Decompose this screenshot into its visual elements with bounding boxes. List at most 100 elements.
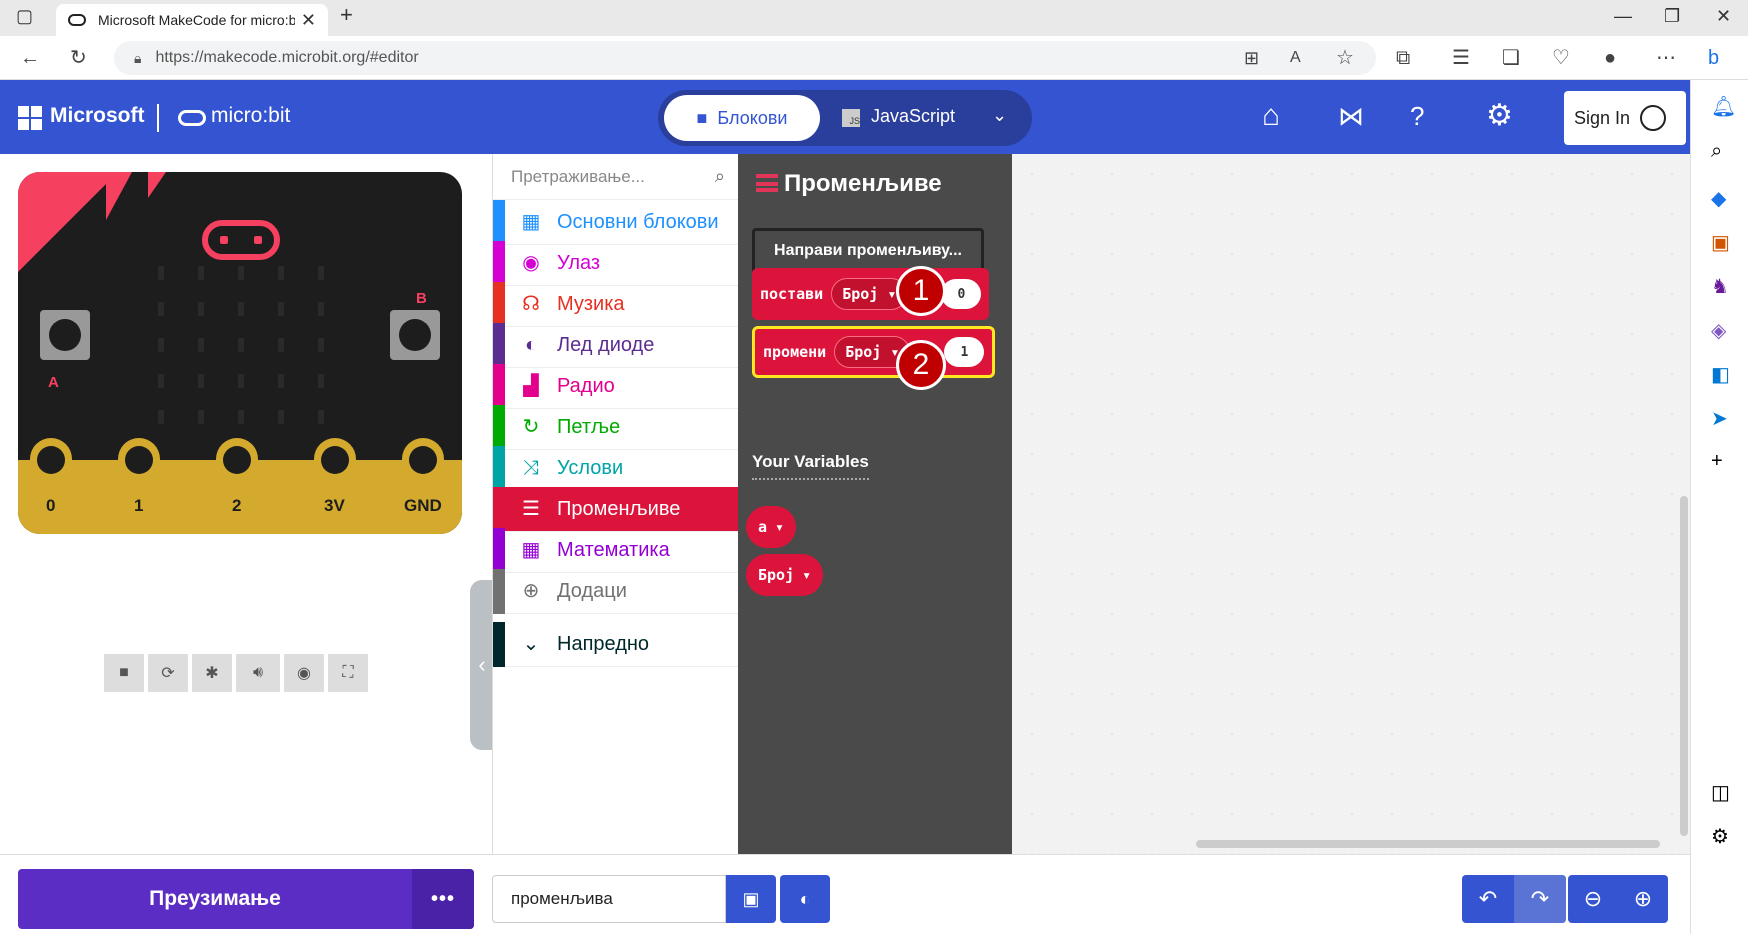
share-icon[interactable]: ⋈ — [1338, 100, 1364, 132]
close-window-icon[interactable]: ✕ — [1716, 6, 1731, 27]
tools-briefcase-icon[interactable]: ▣ — [1711, 230, 1730, 255]
pin-gnd[interactable] — [402, 438, 444, 492]
fullscreen-icon[interactable]: ⛶ — [328, 654, 368, 692]
home-icon[interactable]: ⌂ — [1262, 100, 1280, 132]
javascript-mode-label: JavaScript — [871, 106, 956, 126]
sidebar-settings-icon[interactable]: ⚙ — [1711, 824, 1729, 849]
shopping-tag-icon[interactable]: ◆ — [1711, 186, 1726, 211]
zoom-in-icon[interactable]: ⊕ — [1618, 875, 1668, 923]
microbit-logo-icon[interactable] — [178, 110, 206, 126]
value-input[interactable]: 1 — [944, 337, 985, 367]
download-more-button[interactable]: ••• — [412, 869, 474, 929]
toolbox-category[interactable]: ◉ Улаз — [493, 241, 739, 286]
calculator-icon: ▦ — [521, 539, 541, 561]
dropdown-caret-icon[interactable]: ▾ — [775, 518, 784, 536]
toolbox-category[interactable]: ⌄ Напредно — [493, 622, 739, 667]
makecode-favicon-icon — [68, 14, 86, 26]
workspace-vertical-scrollbar[interactable] — [1680, 496, 1688, 836]
pin-0[interactable] — [30, 438, 72, 492]
javascript-mode-button[interactable]: JS JavaScript — [842, 106, 955, 127]
github-icon[interactable]: ◐ — [780, 875, 830, 923]
more-menu-icon[interactable]: ⋯ — [1656, 46, 1676, 70]
settings-gear-icon[interactable]: ⚙ — [1486, 100, 1513, 132]
board-corner-decoration — [18, 172, 118, 272]
sidebar-toggle-icon[interactable]: ◫ — [1711, 780, 1730, 805]
blocks-workspace[interactable] — [1012, 154, 1690, 854]
help-icon[interactable]: ? — [1410, 100, 1424, 132]
change-variable-block[interactable]: промени Број ▾ за 1 — [752, 326, 996, 378]
microbit-brand[interactable]: micro:bit — [211, 104, 290, 128]
send-icon[interactable]: ➤ — [1711, 406, 1728, 431]
screenshot-camera-icon[interactable]: ◉ — [284, 654, 324, 692]
pin-label: 2 — [232, 496, 242, 515]
toolbox-category[interactable]: ▦ Математика — [493, 528, 739, 573]
outlook-icon[interactable]: ◧ — [1711, 362, 1730, 387]
app-available-icon[interactable]: ⊞ — [1244, 46, 1259, 70]
dropdown-caret-icon[interactable]: ▾ — [802, 566, 811, 584]
zoom-out-icon[interactable]: ⊖ — [1568, 875, 1618, 923]
add-sidebar-app-icon[interactable]: + — [1711, 450, 1723, 473]
microbit-face-logo-icon[interactable] — [202, 220, 280, 260]
office-icon[interactable]: ◈ — [1711, 318, 1726, 343]
microsoft-brand[interactable]: Microsoft — [50, 104, 145, 128]
minimize-icon[interactable]: — — [1614, 6, 1632, 27]
debug-bug-icon[interactable]: ✱ — [192, 654, 232, 692]
blocks-mode-button[interactable]: ■ Блокови — [664, 95, 820, 141]
back-icon[interactable]: ← — [20, 46, 40, 70]
category-label: Математика — [557, 539, 670, 561]
copilot-icon[interactable]: b — [1708, 46, 1719, 70]
toolbox-category[interactable]: ⤨ Услови — [493, 446, 739, 491]
refresh-icon[interactable]: ↻ — [70, 46, 87, 70]
profile-icon[interactable]: ● — [1604, 46, 1616, 70]
toolbox-category[interactable]: ▦ Основни блокови — [493, 200, 739, 245]
favorite-star-icon[interactable]: ☆ — [1336, 46, 1354, 70]
undo-icon[interactable]: ↶ — [1462, 875, 1514, 923]
stop-icon[interactable]: ■ — [104, 654, 144, 692]
variable-block-a[interactable]: a ▾ — [746, 506, 797, 548]
games-icon[interactable]: ♞ — [1711, 274, 1729, 299]
microsoft-logo-icon[interactable] — [18, 106, 42, 130]
sign-in-button[interactable]: Sign In — [1564, 91, 1686, 145]
pin-2[interactable] — [216, 438, 258, 492]
collapse-simulator-icon[interactable]: ‹ — [470, 580, 494, 750]
url-field[interactable]: 🔒︎ https://makecode.microbit.org/#editor — [114, 41, 1376, 75]
restart-icon[interactable]: ⟳ — [148, 654, 188, 692]
save-floppy-icon[interactable]: ▣ — [726, 875, 776, 923]
extensions-icon[interactable]: ⧉ — [1396, 46, 1410, 70]
workspace-horizontal-scrollbar[interactable] — [1196, 840, 1660, 848]
notifications-bell-icon[interactable]: 🔔︎ — [1711, 94, 1736, 119]
value-input[interactable]: 0 — [941, 279, 982, 309]
toolbox-category[interactable]: ☰ Променљиве — [493, 487, 739, 532]
microbit-board[interactable]: A B 0 1 2 3V GND — [18, 172, 462, 534]
download-button[interactable]: Преузимање — [18, 869, 412, 929]
toolbox-category[interactable]: ▟ Радио — [493, 364, 739, 409]
toolbox-category[interactable]: ⊕ Додаци — [493, 569, 739, 614]
close-tab-icon[interactable]: ✕ — [301, 10, 316, 31]
category-color-bar — [493, 364, 505, 409]
language-dropdown-icon[interactable]: ⌄ — [992, 105, 1007, 126]
tab-actions-icon[interactable]: ▢ — [16, 6, 33, 27]
health-icon[interactable]: ♡ — [1552, 46, 1570, 70]
button-b[interactable] — [390, 310, 440, 360]
variable-block-broj[interactable]: Број ▾ — [746, 554, 824, 596]
button-a[interactable] — [40, 310, 90, 360]
set-variable-block[interactable]: постави Број ▾ на 0 — [752, 268, 990, 320]
toolbox-category[interactable]: ↻ Петље — [493, 405, 739, 450]
redo-icon[interactable]: ↷ — [1514, 875, 1566, 923]
new-tab-button[interactable]: + — [340, 2, 353, 28]
pin-3v[interactable] — [314, 438, 356, 492]
toolbox-search-input[interactable]: Претраживање... ⌕ — [493, 154, 739, 200]
pin-1[interactable] — [118, 438, 160, 492]
read-aloud-icon[interactable]: A — [1290, 46, 1301, 70]
search-icon[interactable]: ⌕ — [715, 166, 725, 187]
toolbox-category[interactable]: ☊ Музика — [493, 282, 739, 327]
mute-sound-icon[interactable]: 🔊︎ — [236, 654, 280, 692]
zoom-group: ⊖ ⊕ — [1568, 875, 1668, 923]
browser-tab[interactable]: Microsoft MakeCode for micro:bit ✕ — [56, 4, 328, 36]
toolbox-category[interactable]: ◐ Лед диоде — [493, 323, 739, 368]
search-sidebar-icon[interactable]: ⌕ — [1711, 140, 1722, 163]
favorites-icon[interactable]: ☰ — [1452, 46, 1470, 70]
collections-icon[interactable]: ❏ — [1502, 46, 1520, 70]
project-name-input[interactable]: променљива — [492, 875, 726, 923]
maximize-icon[interactable]: ❐ — [1664, 6, 1680, 27]
